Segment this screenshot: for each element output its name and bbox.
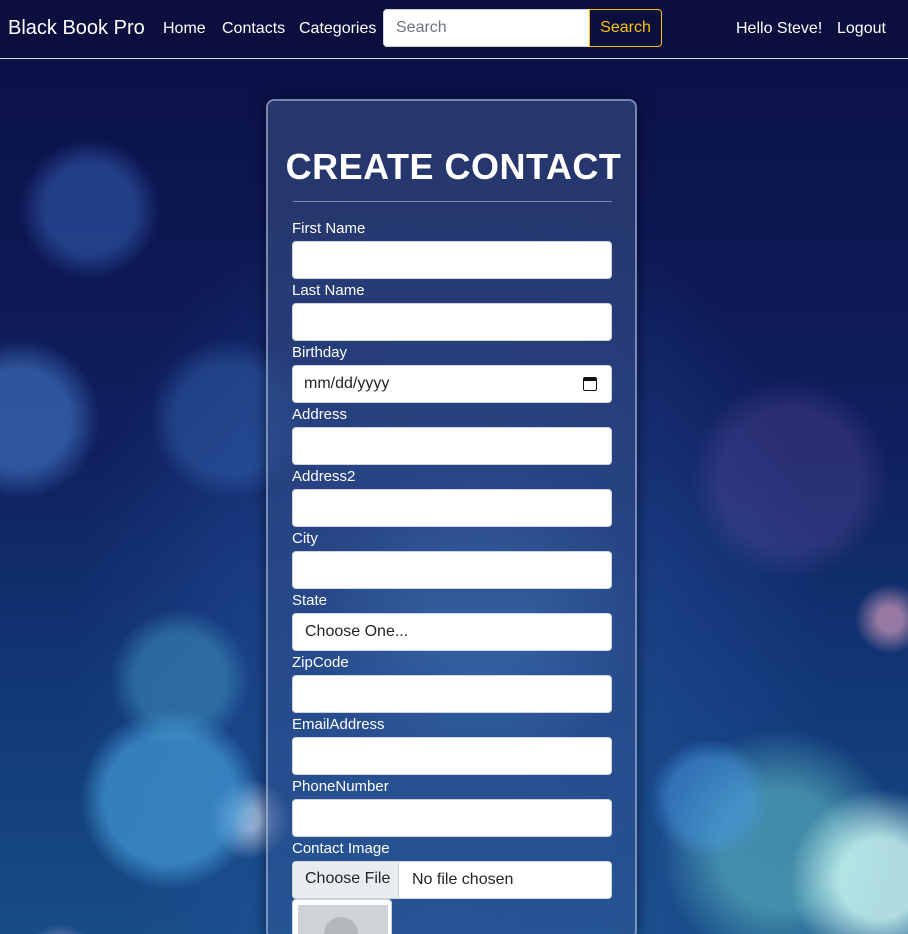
search-input[interactable] xyxy=(383,9,590,47)
user-greeting: Hello Steve! xyxy=(736,20,823,37)
zipcode-input[interactable] xyxy=(292,675,612,713)
first-name-label: First Name xyxy=(292,220,366,237)
state-select[interactable]: Choose One... xyxy=(292,613,612,651)
birthday-input[interactable]: mm/dd/yyyy xyxy=(292,365,612,403)
last-name-label: Last Name xyxy=(292,282,365,299)
title-divider xyxy=(293,201,612,202)
city-label: City xyxy=(292,530,318,547)
nav-link-categories[interactable]: Categories xyxy=(299,20,376,38)
navbar: Black Book Pro Home Contacts Categories … xyxy=(0,0,908,59)
address2-label: Address2 xyxy=(292,468,356,485)
first-name-input[interactable] xyxy=(292,241,612,279)
contact-image-label: Contact Image xyxy=(292,840,390,857)
city-input[interactable] xyxy=(292,551,612,589)
contact-image-file-input[interactable]: Choose File No file chosen xyxy=(292,861,612,899)
phone-input[interactable] xyxy=(292,799,612,837)
state-label: State xyxy=(292,592,328,609)
last-name-input[interactable] xyxy=(292,303,612,341)
zipcode-label: ZipCode xyxy=(292,654,349,671)
birthday-label: Birthday xyxy=(292,344,348,361)
address2-input[interactable] xyxy=(292,489,612,527)
choose-file-button[interactable]: Choose File xyxy=(293,862,399,898)
default-avatar-icon xyxy=(298,905,388,934)
avatar-silhouette xyxy=(324,917,358,934)
phone-label: PhoneNumber xyxy=(292,778,389,795)
email-label: EmailAddress xyxy=(292,716,385,733)
nav-link-contacts[interactable]: Contacts xyxy=(222,20,285,38)
search-button[interactable]: Search xyxy=(589,9,662,47)
page-title: CREATE CONTACT xyxy=(285,146,622,187)
file-status: No file chosen xyxy=(412,871,514,888)
address-label: Address xyxy=(292,406,348,423)
address-input[interactable] xyxy=(292,427,612,465)
image-preview xyxy=(292,899,392,934)
state-selected-value: Choose One... xyxy=(305,623,409,640)
nav-link-home[interactable]: Home xyxy=(163,20,206,38)
logout-link[interactable]: Logout xyxy=(837,20,886,38)
calendar-icon[interactable] xyxy=(583,377,597,391)
brand-link[interactable]: Black Book Pro xyxy=(8,17,145,40)
birthday-placeholder: mm/dd/yyyy xyxy=(304,375,390,392)
email-input[interactable] xyxy=(292,737,612,775)
